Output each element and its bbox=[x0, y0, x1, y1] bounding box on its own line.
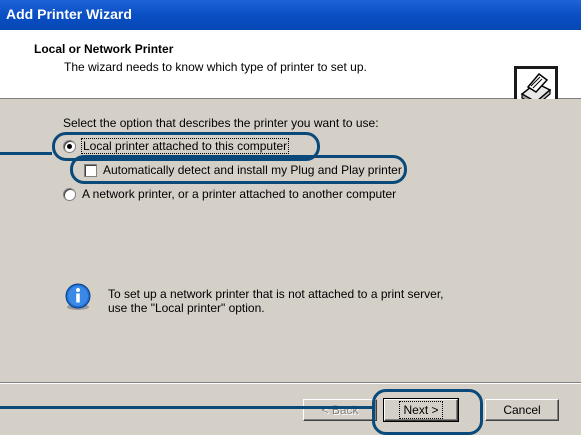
wizard-header: Local or Network Printer The wizard need… bbox=[0, 30, 581, 110]
info-icon bbox=[65, 283, 91, 310]
network-printer-option[interactable]: A network printer, or a printer attached… bbox=[63, 187, 396, 201]
callout-auto-detect bbox=[70, 155, 407, 184]
back-button-label: < Back bbox=[321, 403, 359, 417]
option-prompt: Select the option that describes the pri… bbox=[63, 116, 379, 130]
callout-next-button bbox=[372, 389, 483, 435]
page-subtitle: The wizard needs to know which type of p… bbox=[64, 60, 367, 74]
back-button[interactable]: < Back bbox=[303, 399, 377, 421]
callout-leader-bottom bbox=[0, 406, 372, 409]
page-title: Local or Network Printer bbox=[34, 42, 174, 56]
network-printer-label[interactable]: A network printer, or a printer attached… bbox=[82, 187, 396, 201]
network-printer-radio[interactable] bbox=[63, 187, 76, 201]
cancel-button-label: Cancel bbox=[503, 403, 541, 417]
window-title: Add Printer Wizard bbox=[6, 6, 132, 22]
title-bar[interactable]: Add Printer Wizard bbox=[0, 0, 581, 30]
add-printer-wizard-window: Add Printer Wizard Local or Network Prin… bbox=[0, 0, 581, 435]
info-message: To set up a network printer that is not … bbox=[108, 287, 444, 315]
cancel-button[interactable]: Cancel bbox=[485, 399, 559, 421]
callout-leader-top bbox=[0, 152, 52, 155]
